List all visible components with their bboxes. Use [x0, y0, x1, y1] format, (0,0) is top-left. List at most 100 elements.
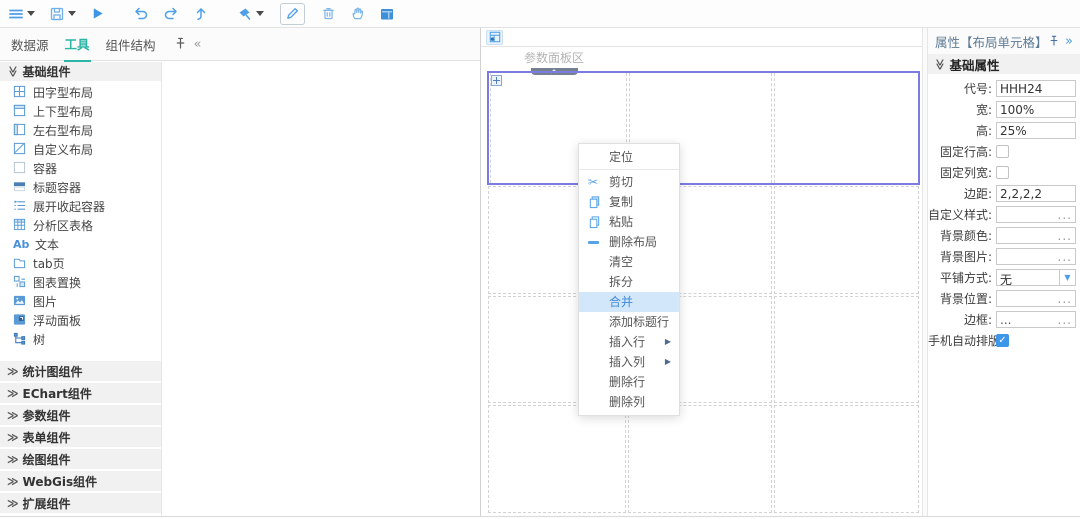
palette-item-title-container[interactable]: 标题容器: [0, 178, 161, 197]
bg-color-picker[interactable]: ...: [996, 227, 1076, 244]
ellipsis-icon[interactable]: ...: [1058, 211, 1072, 219]
custom-style-picker[interactable]: ...: [996, 206, 1076, 223]
margin-input[interactable]: [996, 185, 1076, 202]
palette-item-tree[interactable]: 树: [0, 330, 161, 349]
redo-icon[interactable]: [163, 3, 179, 25]
menu-item-delete-row[interactable]: 删除行: [579, 372, 679, 392]
section-statistic-chart[interactable]: ≫统计图组件: [0, 361, 161, 381]
panel-window-icon[interactable]: [379, 3, 395, 25]
grid-cell[interactable]: [774, 73, 918, 183]
mobile-auto-layout-checkbox[interactable]: ✓: [996, 334, 1009, 347]
palette-item-custom-layout[interactable]: 自定义布局: [0, 140, 161, 159]
properties-title: 属性【布局单元格】: [935, 32, 1049, 51]
width-label: 宽:: [928, 101, 996, 118]
section-basic-components[interactable]: ≫ 基础组件: [0, 62, 161, 81]
collapse-left-icon[interactable]: «: [194, 37, 202, 52]
menu-icon[interactable]: [8, 3, 24, 25]
menu-item-locate[interactable]: 定位: [579, 147, 679, 167]
ellipsis-icon[interactable]: ...: [1058, 295, 1072, 303]
menu-dropdown-icon[interactable]: [24, 3, 35, 25]
palette-item-left-right-layout[interactable]: 左右型布局: [0, 121, 161, 140]
bg-image-picker[interactable]: ...: [996, 248, 1076, 265]
main-area: 数据源 工具 组件结构 « ≫ 基础组件 田字: [0, 28, 1080, 517]
border-label: 边框:: [928, 311, 996, 328]
left-sidebar: 数据源 工具 组件结构 « ≫ 基础组件 田字: [0, 28, 481, 516]
palette-item-analysis-table[interactable]: 分析区表格: [0, 216, 161, 235]
section-extension[interactable]: ≫扩展组件: [0, 493, 161, 513]
palette-item-text[interactable]: Ab 文本: [0, 235, 161, 254]
section-form[interactable]: ≫表单组件: [0, 427, 161, 447]
menu-item-clear[interactable]: 清空: [579, 252, 679, 272]
border-picker[interactable]: ......: [996, 311, 1076, 328]
tab-page-icon: [13, 256, 26, 272]
expand-right-icon[interactable]: »: [1065, 34, 1073, 49]
save-icon[interactable]: [49, 3, 65, 25]
design-canvas: 参数面板区: [481, 28, 922, 516]
format-paint-icon[interactable]: [237, 3, 253, 25]
code-input[interactable]: [996, 80, 1076, 97]
section-basic-properties[interactable]: ≫ 基础属性: [928, 54, 1080, 74]
palette-item-collapse-container[interactable]: 展开收起容器: [0, 197, 161, 216]
menu-item-copy[interactable]: 复制: [579, 192, 679, 212]
fixed-col-width-checkbox[interactable]: [996, 166, 1009, 179]
hand-pan-icon[interactable]: [350, 3, 365, 25]
properties-form: 代号: 宽: 高: 固定行高: 固定列宽:: [928, 74, 1080, 349]
palette-item-container[interactable]: 容器: [0, 159, 161, 178]
edit-pencil-icon[interactable]: [280, 3, 305, 25]
tab-datasource[interactable]: 数据源: [10, 28, 50, 61]
height-input[interactable]: [996, 122, 1076, 139]
menu-item-insert-col[interactable]: 插入列▶: [579, 352, 679, 372]
row-drag-handle-icon[interactable]: [491, 75, 502, 86]
ellipsis-icon[interactable]: ...: [1058, 253, 1072, 261]
ellipsis-icon[interactable]: ...: [1058, 316, 1072, 324]
palette-item-float-panel[interactable]: 浮动面板: [0, 311, 161, 330]
section-webgis[interactable]: ≫WebGis组件: [0, 471, 161, 491]
trash-icon[interactable]: [321, 3, 336, 25]
menu-item-paste[interactable]: 粘贴: [579, 212, 679, 232]
menu-item-insert-row[interactable]: 插入行▶: [579, 332, 679, 352]
width-input[interactable]: [996, 101, 1076, 118]
section-parameter[interactable]: ≫参数组件: [0, 405, 161, 425]
bg-position-picker[interactable]: ...: [996, 290, 1076, 307]
menu-item-add-title-row[interactable]: 添加标题行: [579, 312, 679, 332]
grid-cell[interactable]: [774, 405, 919, 513]
menu-item-delete-col[interactable]: 删除列: [579, 392, 679, 412]
collapse-container-icon: [13, 199, 26, 215]
grid-cell[interactable]: [774, 186, 919, 294]
format-paint-dropdown-icon[interactable]: [253, 3, 264, 25]
remove-layout-icon: [588, 232, 604, 252]
chevron-down-icon: ≫: [7, 66, 18, 78]
menu-item-merge[interactable]: 合并: [579, 292, 679, 312]
palette-item-chart-swap[interactable]: 图表置换: [0, 273, 161, 292]
palette-item-tab-page[interactable]: tab页: [0, 254, 161, 273]
param-panel-toggle-icon[interactable]: [486, 30, 503, 45]
publish-icon[interactable]: [193, 3, 209, 25]
tab-tools[interactable]: 工具: [64, 27, 91, 62]
tile-mode-select[interactable]: 无 ▼: [996, 269, 1076, 286]
undo-icon[interactable]: [133, 3, 149, 25]
grid-row-1-selected[interactable]: [487, 71, 920, 185]
ellipsis-icon[interactable]: ...: [1058, 232, 1072, 240]
grid-cell[interactable]: [774, 296, 919, 404]
menu-item-remove-layout[interactable]: 删除布局: [579, 232, 679, 252]
grid-cell[interactable]: [628, 405, 772, 513]
grid-cell[interactable]: [488, 405, 626, 513]
save-dropdown-icon[interactable]: [65, 3, 76, 25]
copy-icon: [588, 192, 604, 212]
dropdown-arrow-icon[interactable]: ▼: [1059, 270, 1075, 285]
section-title: 基础组件: [23, 63, 71, 80]
tab-component-structure[interactable]: 组件结构: [105, 28, 157, 61]
section-echart[interactable]: ≫EChart组件: [0, 383, 161, 403]
palette-item-image[interactable]: 图片: [0, 292, 161, 311]
menu-item-cut[interactable]: ✂剪切: [579, 172, 679, 192]
menu-item-split[interactable]: 拆分: [579, 272, 679, 292]
run-icon[interactable]: [90, 3, 105, 25]
text-ab-icon: Ab: [13, 238, 28, 251]
left-right-layout-icon: [13, 123, 26, 139]
fixed-row-height-checkbox[interactable]: [996, 145, 1009, 158]
palette-item-top-bottom-layout[interactable]: 上下型布局: [0, 102, 161, 121]
pin-icon[interactable]: [1049, 34, 1059, 49]
pin-icon[interactable]: [175, 37, 186, 52]
section-drawing[interactable]: ≫绘图组件: [0, 449, 161, 469]
palette-item-grid-layout[interactable]: 田字型布局: [0, 83, 161, 102]
